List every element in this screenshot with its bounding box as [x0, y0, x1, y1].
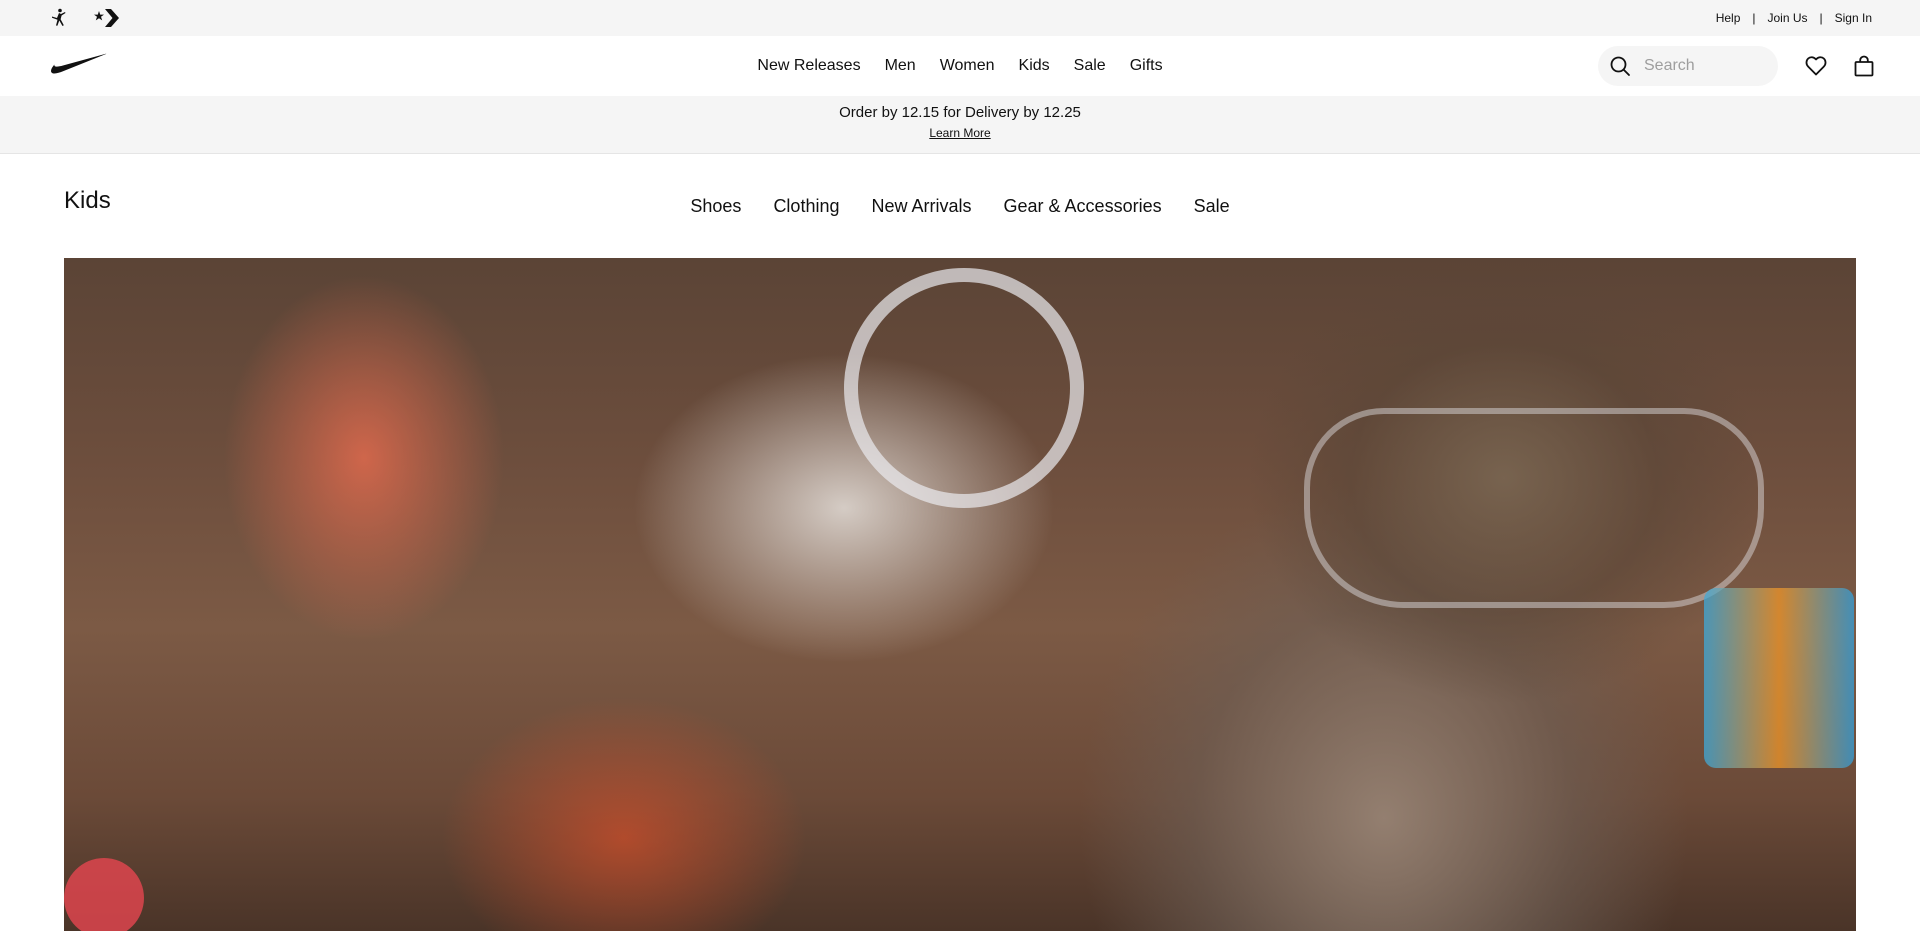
jordan-brand-link[interactable]	[48, 7, 70, 29]
join-us-link[interactable]: Join Us	[1768, 11, 1808, 25]
help-link[interactable]: Help	[1716, 11, 1741, 25]
nav-men[interactable]: Men	[873, 36, 928, 96]
subnav-clothing[interactable]: Clothing	[757, 190, 855, 222]
subnav-gear-accessories[interactable]: Gear & Accessories	[988, 190, 1178, 222]
heart-icon	[1805, 56, 1827, 76]
hero-cups-decoration	[1704, 588, 1854, 768]
hero-image[interactable]	[64, 258, 1856, 931]
bag-button[interactable]	[1846, 48, 1882, 84]
nav-kids[interactable]: Kids	[1007, 36, 1062, 96]
nike-home-link[interactable]	[47, 53, 107, 75]
bag-icon	[1854, 55, 1874, 77]
page-title: Kids	[64, 187, 111, 214]
main-header: New Releases Men Women Kids Sale Gifts	[0, 36, 1920, 96]
nav-sale[interactable]: Sale	[1062, 36, 1118, 96]
sign-in-link[interactable]: Sign In	[1835, 11, 1872, 25]
utility-separator: |	[1819, 11, 1823, 25]
promo-banner: Order by 12.15 for Delivery by 12.25 Lea…	[0, 96, 1920, 154]
search-button[interactable]	[1604, 50, 1636, 82]
category-subnav: Shoes Clothing New Arrivals Gear & Acces…	[0, 190, 1920, 222]
subnav-sale[interactable]: Sale	[1178, 190, 1246, 222]
search-input[interactable]	[1644, 46, 1770, 86]
search-icon	[1610, 56, 1630, 76]
nike-swoosh-icon	[51, 53, 107, 74]
converse-star-chevron-icon	[94, 9, 119, 27]
favorites-button[interactable]	[1798, 48, 1834, 84]
converse-brand-link[interactable]	[94, 7, 120, 29]
hero-ball-decoration	[64, 858, 144, 931]
utility-links: Help | Join Us | Sign In	[1716, 0, 1872, 36]
nav-new-releases[interactable]: New Releases	[745, 36, 872, 96]
subnav-shoes[interactable]: Shoes	[674, 190, 757, 222]
utility-bar: Help | Join Us | Sign In	[0, 0, 1920, 36]
search-box	[1598, 46, 1778, 86]
subnav-new-arrivals[interactable]: New Arrivals	[855, 190, 987, 222]
learn-more-link[interactable]: Learn More	[929, 126, 990, 140]
jumpman-icon	[52, 8, 66, 26]
nav-women[interactable]: Women	[928, 36, 1007, 96]
hero-goggles-highlight	[1304, 408, 1764, 608]
hero-wheel-decoration	[844, 268, 1084, 508]
promo-text: Order by 12.15 for Delivery by 12.25	[839, 104, 1081, 121]
utility-separator: |	[1752, 11, 1756, 25]
nav-gifts[interactable]: Gifts	[1118, 36, 1175, 96]
